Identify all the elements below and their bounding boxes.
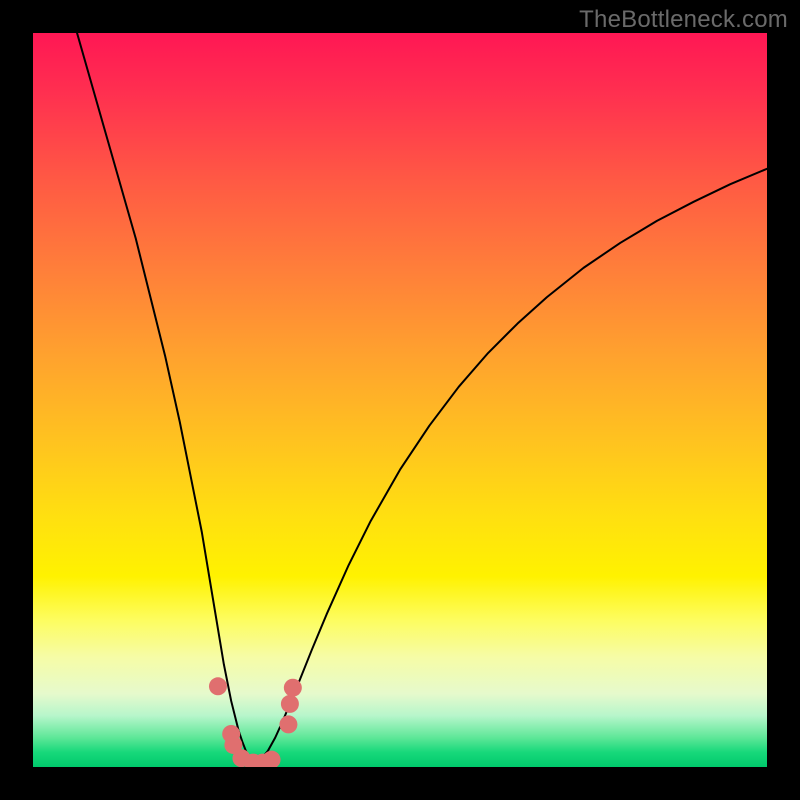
series-right-branch <box>253 169 767 764</box>
marker-point <box>209 677 227 695</box>
watermark-text: TheBottleneck.com <box>579 6 788 34</box>
marker-layer <box>209 677 302 767</box>
marker-point <box>279 715 297 733</box>
curve-layer <box>77 33 767 763</box>
marker-point <box>281 695 299 713</box>
series-left-branch <box>77 33 253 763</box>
marker-point <box>284 679 302 697</box>
plot-area <box>33 33 767 767</box>
chart-svg <box>33 33 767 767</box>
chart-frame: TheBottleneck.com <box>0 0 800 800</box>
